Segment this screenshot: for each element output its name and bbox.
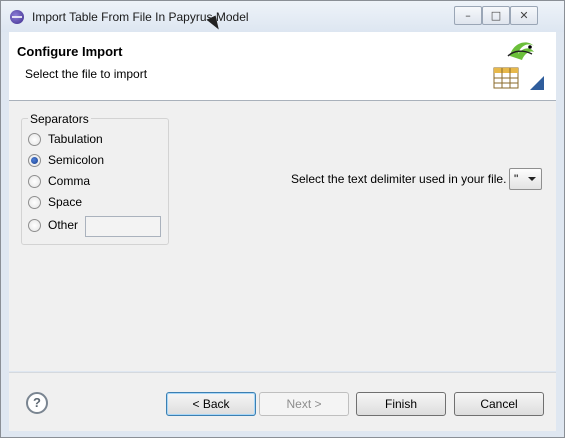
minimize-button[interactable]: – (454, 6, 482, 25)
help-icon[interactable]: ? (26, 392, 48, 414)
close-button[interactable]: ✕ (510, 6, 538, 25)
wizard-content: Separators Tabulation Semicolon Comma Sp… (9, 101, 556, 371)
text-delimiter-select[interactable]: " (509, 168, 542, 190)
radio-comma-label: Comma (48, 174, 91, 188)
wizard-banner: Configure Import Select the file to impo… (9, 32, 556, 101)
papyrus-table-logo-icon (493, 42, 544, 90)
separators-group-label: Separators (28, 112, 91, 126)
radio-space-label: Space (48, 195, 83, 209)
title-bar: Import Table From File In Papyrus Model … (1, 1, 564, 33)
radio-other[interactable]: Other (28, 217, 78, 233)
text-delimiter-label: Select the text delimiter used in your f… (291, 172, 507, 186)
button-bar: ? < Back Next > Finish Cancel (9, 372, 556, 431)
radio-comma[interactable]: Comma (28, 173, 90, 189)
text-delimiter-value: " (514, 172, 519, 186)
separators-group: Separators Tabulation Semicolon Comma Sp… (21, 112, 169, 245)
radio-other-indicator[interactable] (28, 218, 41, 232)
import-dialog: Import Table From File In Papyrus Model … (0, 0, 565, 438)
radio-tabulation-indicator[interactable] (28, 132, 41, 146)
page-description: Select the file to import (25, 67, 148, 81)
maximize-button[interactable]: □ (482, 6, 510, 25)
radio-semicolon[interactable]: Semicolon (28, 152, 104, 168)
radio-tabulation-label: Tabulation (48, 132, 103, 146)
radio-space-indicator[interactable] (28, 195, 41, 209)
eclipse-app-icon (10, 10, 24, 24)
finish-button[interactable]: Finish (356, 392, 446, 416)
radio-space[interactable]: Space (28, 194, 82, 210)
radio-other-label: Other (48, 218, 79, 232)
next-button[interactable]: Next > (259, 392, 349, 416)
back-button[interactable]: < Back (166, 392, 256, 416)
chevron-down-icon (528, 177, 536, 181)
radio-semicolon-label: Semicolon (48, 153, 105, 167)
other-separator-input[interactable] (85, 216, 161, 237)
cancel-button[interactable]: Cancel (454, 392, 544, 416)
radio-tabulation[interactable]: Tabulation (28, 131, 103, 147)
radio-semicolon-indicator[interactable] (28, 153, 41, 167)
radio-comma-indicator[interactable] (28, 174, 41, 188)
page-title: Configure Import (17, 44, 123, 59)
